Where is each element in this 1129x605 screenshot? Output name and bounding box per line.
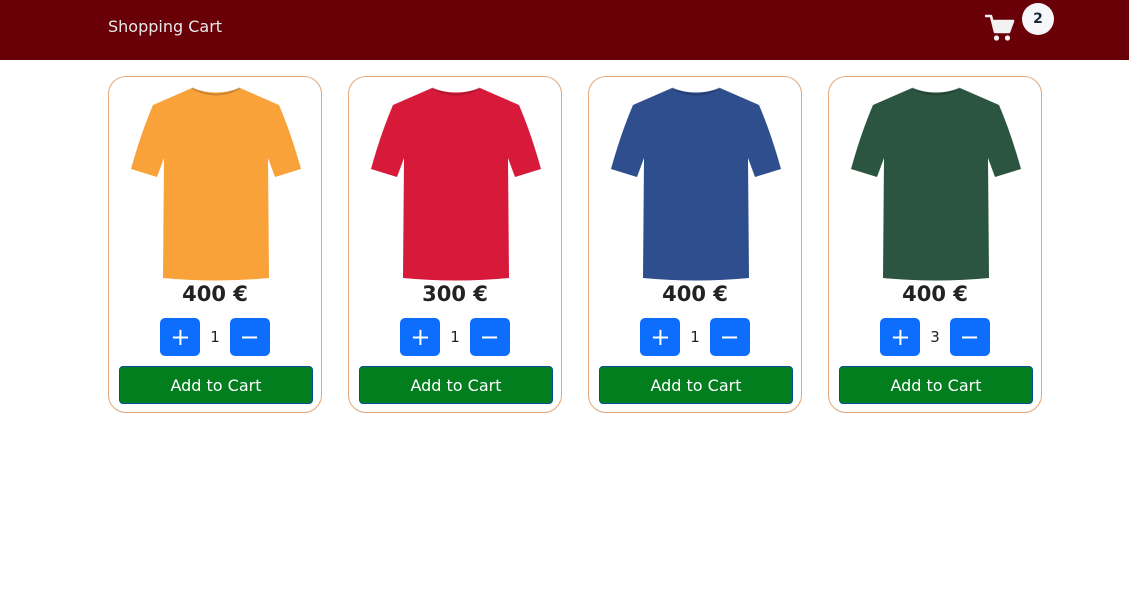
quantity-value: 1 xyxy=(450,328,460,346)
decrease-quantity-button[interactable]: − xyxy=(229,318,270,356)
product-price: 400 € xyxy=(902,282,968,306)
quantity-controls: + 1 − xyxy=(109,318,321,356)
tshirt-image xyxy=(611,87,781,281)
navbar-brand[interactable]: Shopping Cart xyxy=(108,17,222,36)
product-card: 400 € + 1 − Add to Cart xyxy=(588,76,802,413)
product-price: 400 € xyxy=(182,282,248,306)
product-list: 400 € + 1 − Add to Cart 300 € + 1 − Add … xyxy=(108,76,1048,416)
shopping-cart-icon[interactable] xyxy=(985,14,1015,42)
add-to-cart-button[interactable]: Add to Cart xyxy=(119,366,313,404)
product-card: 400 € + 1 − Add to Cart xyxy=(108,76,322,413)
add-to-cart-button[interactable]: Add to Cart xyxy=(359,366,553,404)
increase-quantity-button[interactable]: + xyxy=(160,318,201,356)
decrease-quantity-button[interactable]: − xyxy=(949,318,990,356)
quantity-controls: + 3 − xyxy=(829,318,1041,356)
tshirt-image xyxy=(851,87,1021,281)
tshirt-image xyxy=(371,87,541,281)
decrease-quantity-button[interactable]: − xyxy=(709,318,750,356)
tshirt-image xyxy=(131,87,301,281)
add-to-cart-button[interactable]: Add to Cart xyxy=(839,366,1033,404)
quantity-controls: + 1 − xyxy=(349,318,561,356)
quantity-value: 1 xyxy=(690,328,700,346)
navbar: Shopping Cart 2 xyxy=(0,0,1129,60)
add-to-cart-button[interactable]: Add to Cart xyxy=(599,366,793,404)
quantity-value: 1 xyxy=(210,328,220,346)
product-price: 300 € xyxy=(422,282,488,306)
product-card: 300 € + 1 − Add to Cart xyxy=(348,76,562,413)
product-price: 400 € xyxy=(662,282,728,306)
cart-count-badge: 2 xyxy=(1022,3,1054,35)
decrease-quantity-button[interactable]: − xyxy=(469,318,510,356)
quantity-value: 3 xyxy=(930,328,940,346)
product-card: 400 € + 3 − Add to Cart xyxy=(828,76,1042,413)
increase-quantity-button[interactable]: + xyxy=(400,318,441,356)
quantity-controls: + 1 − xyxy=(589,318,801,356)
increase-quantity-button[interactable]: + xyxy=(880,318,921,356)
increase-quantity-button[interactable]: + xyxy=(640,318,681,356)
